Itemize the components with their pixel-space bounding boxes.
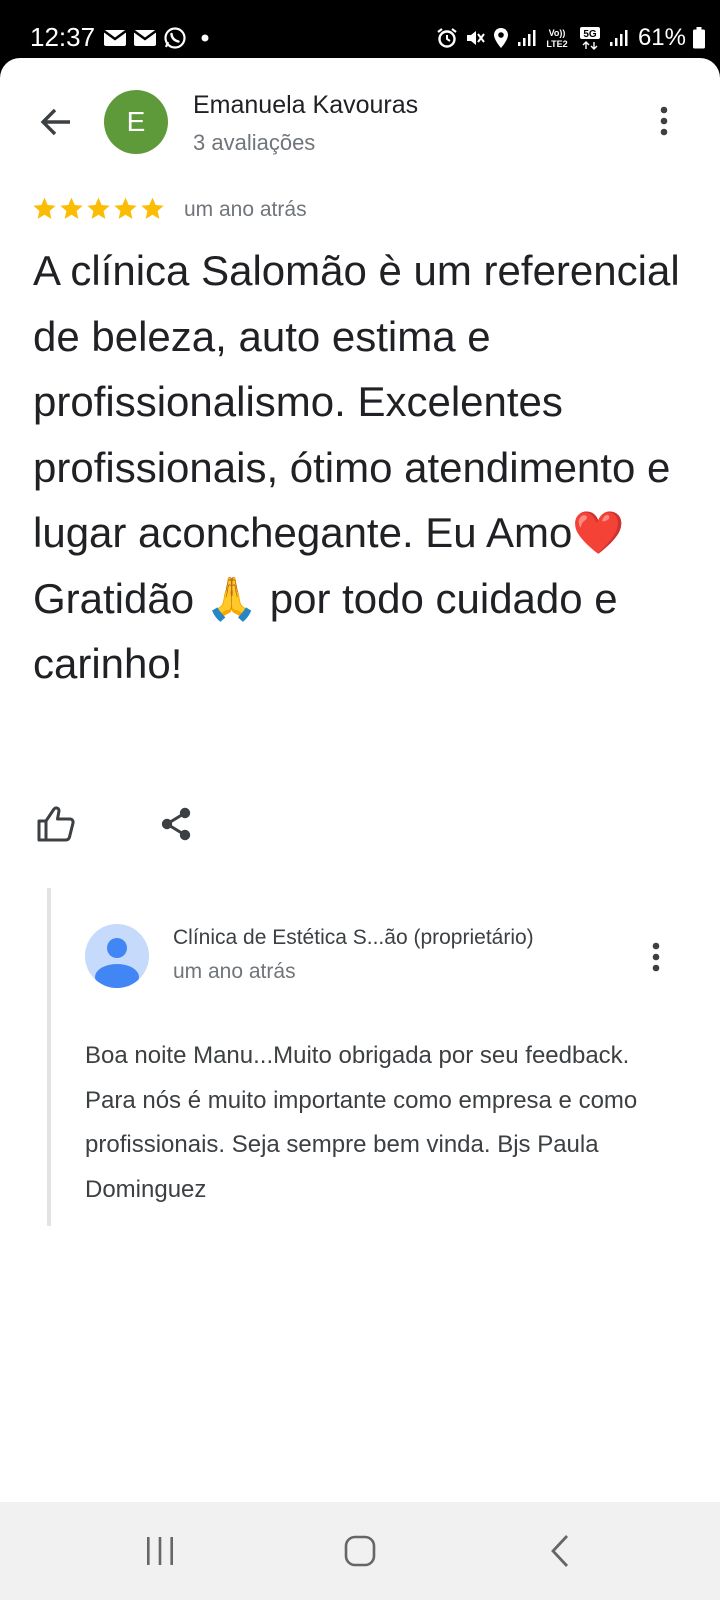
star-icon [60, 197, 83, 219]
star-icon [141, 197, 164, 219]
navigation-bar [0, 1502, 720, 1600]
svg-text:Vo)): Vo)) [549, 28, 566, 38]
owner-reply-date: um ano atrás [173, 960, 296, 983]
status-time: 12:37 [30, 22, 96, 52]
back-icon [551, 1535, 569, 1567]
star-rating [32, 196, 165, 221]
more-options-button[interactable] [636, 98, 692, 144]
star-icon [33, 197, 56, 219]
gmail-icon [133, 29, 157, 46]
svg-text:5G: 5G [583, 29, 597, 40]
recents-button[interactable] [128, 1526, 192, 1576]
like-button[interactable] [30, 798, 82, 850]
back-button[interactable] [30, 96, 82, 148]
svg-text:LTE2: LTE2 [546, 39, 567, 49]
review-card: E Emanuela Kavouras 3 avaliações um ano … [0, 58, 720, 1502]
alarm-icon [437, 28, 457, 48]
thumb-up-icon [37, 806, 75, 842]
person-icon [95, 938, 139, 988]
notification-icons [103, 26, 217, 50]
owner-avatar [85, 924, 149, 988]
owner-name: Clínica de Estética S...ão (proprietário… [173, 926, 534, 949]
share-button[interactable] [150, 798, 202, 850]
gmail-icon [103, 29, 127, 46]
mute-icon [466, 31, 485, 45]
location-icon [493, 28, 508, 48]
home-button[interactable] [328, 1526, 392, 1576]
signal-icon [609, 30, 628, 46]
star-icon [114, 197, 137, 219]
reviewer-review-count: 3 avaliações [193, 130, 316, 155]
signal-icon [517, 30, 536, 46]
review-date: um ano atrás [184, 198, 307, 221]
system-icons: Vo)) LTE2 5G 61% [436, 24, 706, 52]
whatsapp-icon [164, 27, 186, 49]
volte-icon: Vo)) LTE2 [546, 28, 567, 49]
review-text: A clínica Salomão è um referencial de be… [33, 247, 680, 687]
5g-icon: 5G [579, 27, 600, 50]
avatar-letter: E [126, 106, 146, 137]
battery-icon [693, 27, 705, 49]
arrow-back-icon [40, 108, 70, 136]
reply-more-options-button[interactable] [633, 934, 679, 980]
recents-icon [147, 1537, 173, 1565]
owner-reply-text: Boa noite Manu...Muito obrigada por seu … [85, 1042, 638, 1203]
home-icon [344, 1535, 376, 1567]
star-icon [87, 197, 110, 219]
more-vert-icon [660, 106, 668, 136]
battery-percent: 61% [637, 24, 686, 51]
owner-reply: Clínica de Estética S...ão (proprietário… [47, 888, 691, 1226]
reviewer-avatar[interactable]: E [104, 90, 168, 154]
reviewer-name[interactable]: Emanuela Kavouras [193, 91, 418, 120]
status-bar: 12:37 Vo)) LTE2 5G 61% [0, 0, 720, 62]
more-vert-icon [652, 942, 660, 972]
dot-icon [201, 34, 209, 42]
share-icon [161, 807, 191, 841]
nav-back-button[interactable] [528, 1526, 592, 1576]
